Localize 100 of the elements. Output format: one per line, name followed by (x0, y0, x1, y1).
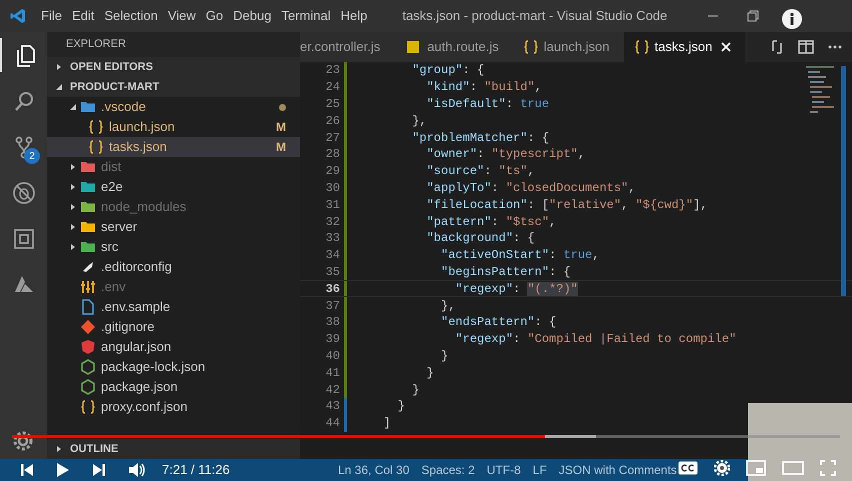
line-number: 23 (324, 62, 340, 80)
menu-item[interactable]: Debug (228, 6, 276, 26)
section-header[interactable]: OUTLINE (47, 439, 300, 459)
code-line: "group": { (411, 62, 484, 80)
line-number: 30 (324, 180, 340, 197)
editor-tab[interactable]: er.controller.js (300, 32, 396, 62)
code-line: "kind": "build", (426, 79, 542, 96)
code-line: "activeOnStart": true, (440, 247, 600, 264)
file-tree-item[interactable]: e2e (47, 177, 300, 197)
previous-icon[interactable] (20, 462, 34, 477)
code-line: "beginsPattern": { (440, 264, 571, 281)
editor-tab[interactable]: auth.route.js (396, 32, 513, 62)
file-tree-item[interactable]: src (47, 237, 300, 257)
menu-item[interactable]: Terminal (276, 6, 336, 26)
line-number: 40 (324, 348, 340, 365)
line-number: 35 (324, 264, 340, 281)
menu-item[interactable]: Go (200, 6, 228, 26)
file-tree-item[interactable]: server (47, 217, 300, 237)
file-tree-item[interactable]: .gitignore (47, 317, 300, 337)
expanded-chevron-icon[interactable] (55, 83, 63, 91)
menu-item[interactable]: View (162, 6, 201, 26)
editor-tab[interactable]: tasks.json (624, 32, 746, 62)
code-line: } (396, 398, 406, 416)
menu-item[interactable]: Selection (99, 6, 163, 26)
app-logo-icon (10, 8, 26, 24)
editor-tab[interactable]: launch.json (512, 32, 624, 62)
settings-icon[interactable] (11, 429, 35, 453)
line-number: 26 (324, 112, 340, 130)
file-tree-item[interactable]: proxy.conf.json (47, 397, 300, 417)
collapsed-chevron-icon[interactable] (55, 445, 63, 453)
line-number: 38 (324, 314, 340, 332)
line-number: 24 (324, 79, 340, 96)
activity-bar-item[interactable]: 2 (0, 130, 47, 164)
line-number: 33 (324, 230, 340, 248)
file-tree-item[interactable]: tasks.json M (47, 137, 300, 157)
collapsed-chevron-icon[interactable] (55, 63, 63, 71)
info-icon[interactable] (781, 8, 804, 30)
file-tree-item[interactable]: .editorconfig (47, 257, 300, 277)
hexagon-icon (80, 359, 96, 375)
code-line: ] (382, 415, 391, 432)
settings-gear-icon[interactable] (714, 460, 730, 476)
file-tree-item[interactable]: .env.sample (47, 297, 300, 317)
status-item[interactable]: LF (532, 461, 547, 479)
line-number: 27 (324, 130, 340, 147)
line-number: 44 (324, 415, 340, 432)
file-tree-item[interactable]: package.json (47, 377, 300, 397)
collapsed-chevron-icon[interactable] (69, 183, 77, 191)
status-item[interactable]: UTF-8 (486, 461, 521, 479)
sliders-icon (80, 279, 96, 295)
code-line: "background": { (426, 230, 535, 248)
collapsed-chevron-icon[interactable] (69, 223, 77, 231)
status-item[interactable]: JSON with Comments (558, 461, 677, 479)
restore-icon[interactable] (747, 10, 760, 22)
code-line: "regexp": "(.*?)" (454, 280, 578, 298)
hexagon-icon (80, 379, 96, 395)
scrollbar[interactable] (841, 66, 846, 296)
menu-item[interactable]: File (36, 6, 67, 26)
next-icon[interactable] (92, 462, 106, 477)
progress-track[interactable] (12, 435, 840, 438)
line-number: 31 (324, 196, 340, 214)
video-time: 7:21 / 11:26 (162, 461, 230, 479)
code-line: "source": "ts", (426, 163, 535, 180)
line-number: 39 (324, 331, 340, 348)
menu-item[interactable]: Help (336, 6, 372, 26)
collapsed-chevron-icon[interactable] (69, 163, 77, 171)
file-tree-item[interactable]: .vscode (47, 97, 300, 117)
bug-slash-icon[interactable] (12, 181, 36, 205)
section-header[interactable]: PRODUCT-MART (47, 77, 300, 97)
file-tree-item[interactable]: package-lock.json (47, 357, 300, 377)
collapsed-chevron-icon[interactable] (69, 243, 77, 251)
line-number: 34 (324, 247, 340, 264)
file-tree-item[interactable]: angular.json (47, 337, 300, 357)
section-header[interactable]: OPEN EDITORS (47, 57, 300, 77)
line-number: 43 (324, 398, 340, 416)
play-icon[interactable] (56, 462, 70, 478)
json-braces-icon (80, 399, 96, 415)
code-line: "endsPattern": { (440, 314, 556, 332)
window-title: tasks.json - product-mart - Visual Studio Code (402, 7, 668, 26)
captions-icon[interactable] (678, 461, 698, 475)
collapsed-chevron-icon[interactable] (69, 203, 77, 211)
panel-title: EXPLORER (66, 37, 126, 52)
code-line: "problemMatcher": { (411, 130, 550, 147)
compare-changes-icon[interactable] (770, 39, 784, 55)
menu-item[interactable]: Edit (66, 6, 100, 26)
volume-icon[interactable] (128, 462, 146, 478)
line-number: 37 (324, 298, 340, 315)
file-tree-item[interactable]: launch.json M (47, 117, 300, 137)
line-number: 42 (324, 382, 340, 399)
code-line: "regexp": "Compiled |Failed to compile" (454, 331, 736, 348)
close-icon[interactable] (721, 42, 732, 52)
line-number: 28 (324, 146, 340, 164)
split-editor-icon[interactable] (798, 40, 814, 54)
status-item[interactable]: Spaces: 2 (421, 461, 475, 479)
more-actions-icon[interactable] (828, 45, 842, 49)
code-line: "pattern": "$tsc", (426, 214, 556, 231)
line-number: 32 (324, 214, 340, 231)
status-item[interactable]: Ln 36, Col 30 (338, 461, 410, 479)
shield-icon (80, 339, 96, 355)
expanded-chevron-icon[interactable] (69, 103, 77, 111)
squares-icon[interactable] (12, 227, 36, 251)
